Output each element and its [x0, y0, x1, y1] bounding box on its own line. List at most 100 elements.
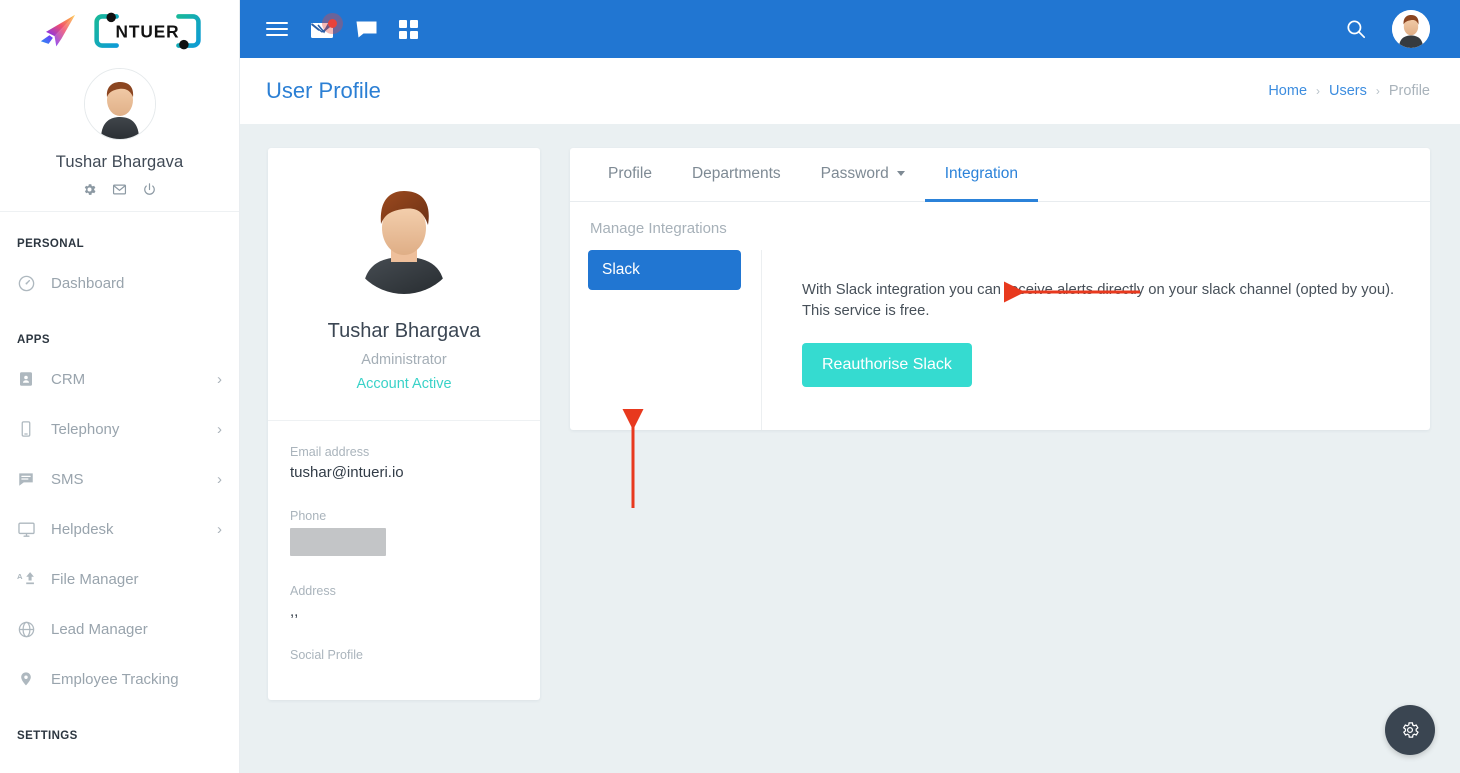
- tab-label: Departments: [691, 164, 781, 182]
- field-value: tushar@intueri.io: [290, 464, 404, 481]
- sidebar: NTUER Tushar Bhargava PERSONAL Dashboard…: [0, 0, 240, 773]
- monitor-icon: [17, 520, 41, 539]
- breadcrumb-current: Profile: [1388, 83, 1430, 99]
- sidebar-item-lead-manager[interactable]: Lead Manager: [0, 604, 239, 654]
- manage-integrations-heading: Manage Integrations: [590, 220, 727, 237]
- field-phone: Phone: [290, 509, 518, 556]
- mail-icon[interactable]: [112, 182, 127, 197]
- field-social-profile: Social Profile: [290, 648, 518, 662]
- chevron-right-icon: ›: [1375, 84, 1380, 98]
- svg-text:A: A: [17, 572, 23, 581]
- chevron-right-icon: ›: [217, 370, 222, 388]
- sidebar-profile-block: Tushar Bhargava: [0, 58, 239, 212]
- tab-password[interactable]: Password: [801, 148, 925, 202]
- integration-description: With Slack integration you can receive a…: [802, 282, 1395, 320]
- nav-section-apps: APPS: [17, 334, 50, 346]
- hamburger-menu-icon[interactable]: [266, 20, 288, 38]
- sidebar-item-label: Employee Tracking: [51, 670, 179, 688]
- field-email: Email address tushar@intueri.io: [290, 445, 518, 481]
- sidebar-item-crm[interactable]: CRM ›: [0, 354, 239, 404]
- tab-departments[interactable]: Departments: [672, 148, 801, 202]
- user-avatar: [84, 69, 155, 139]
- user-avatar-large: [347, 180, 461, 294]
- provider-slack-button[interactable]: Slack: [588, 250, 741, 290]
- provider-label: Slack: [602, 261, 640, 278]
- chevron-down-icon: [896, 171, 905, 176]
- sidebar-item-dashboard[interactable]: Dashboard: [0, 258, 239, 308]
- redacted-value: [290, 528, 386, 556]
- phone-icon: [17, 420, 41, 438]
- user-avatar: [1392, 10, 1430, 48]
- field-value: ,,: [290, 603, 299, 620]
- chevron-right-icon: ›: [217, 520, 222, 538]
- chevron-right-icon: ›: [217, 470, 222, 488]
- field-label: Social Profile: [290, 648, 363, 662]
- tab-label: Profile: [608, 164, 652, 182]
- nav-section-personal: PERSONAL: [17, 238, 85, 250]
- search-icon[interactable]: [1346, 19, 1366, 39]
- power-icon[interactable]: [142, 182, 157, 197]
- contact-card-icon: [17, 370, 41, 388]
- sidebar-item-sms[interactable]: SMS ›: [0, 454, 239, 504]
- breadcrumb-users[interactable]: Users: [1329, 83, 1367, 99]
- sidebar-nav: PERSONAL Dashboard APPS CRM › Telephony …: [0, 238, 239, 742]
- sidebar-item-file-manager[interactable]: A File Manager: [0, 554, 239, 604]
- field-address: Address ,,: [290, 584, 518, 620]
- tab-integration[interactable]: Integration: [924, 148, 1038, 202]
- profile-card: Tushar Bhargava Administrator Account Ac…: [268, 148, 540, 700]
- field-label: Email address: [290, 445, 370, 459]
- profile-avatar: [347, 180, 461, 294]
- app-root: NTUER Tushar Bhargava PERSONAL Dashboard…: [0, 0, 1460, 773]
- sidebar-item-employee-tracking[interactable]: Employee Tracking: [0, 654, 239, 704]
- chevron-right-icon: ›: [1316, 84, 1321, 98]
- main-column: User Profile Home › Users › Profile Tush…: [240, 0, 1460, 773]
- content-area: Tushar Bhargava Administrator Account Ac…: [240, 124, 1460, 773]
- globe-icon: [17, 620, 41, 639]
- settings-fab-button[interactable]: [1385, 705, 1435, 755]
- topbar-right-group: [1346, 10, 1430, 48]
- message-icon: [17, 470, 41, 488]
- sidebar-item-telephony[interactable]: Telephony ›: [0, 404, 239, 454]
- sidebar-item-label: Helpdesk: [51, 520, 114, 538]
- sidebar-item-helpdesk[interactable]: Helpdesk ›: [0, 504, 239, 554]
- reauthorise-slack-button[interactable]: Reauthorise Slack: [802, 342, 972, 387]
- chat-bubble-icon[interactable]: [356, 20, 377, 39]
- chevron-right-icon: ›: [217, 420, 222, 438]
- map-pin-icon: [17, 670, 41, 689]
- tab-label: Integration: [944, 164, 1018, 182]
- profile-name: Tushar Bhargava: [327, 320, 481, 342]
- profile-card-fields: Email address tushar@intueri.io Phone Ad…: [268, 421, 540, 700]
- gear-icon[interactable]: [82, 182, 97, 197]
- grid-apps-icon[interactable]: [399, 19, 418, 39]
- sidebar-item-label: Dashboard: [51, 274, 125, 292]
- integration-details: With Slack integration you can receive a…: [762, 250, 1410, 430]
- topbar-avatar[interactable]: [1392, 10, 1430, 48]
- dashboard-icon: [17, 274, 41, 293]
- integration-provider-list: Slack: [588, 250, 762, 430]
- sidebar-item-label: SMS: [51, 470, 84, 488]
- field-label: Phone: [290, 509, 327, 523]
- mail-envelope-icon[interactable]: [310, 12, 343, 39]
- status-badge: Account Active: [356, 376, 452, 392]
- nav-section-settings: SETTINGS: [17, 730, 78, 742]
- field-label: Address: [290, 584, 336, 598]
- profile-card-header: Tushar Bhargava Administrator Account Ac…: [268, 148, 540, 421]
- integration-panel: Manage Integrations Slack With Slack int…: [570, 202, 1430, 430]
- paper-plane-icon: [40, 14, 76, 47]
- sidebar-item-label: Lead Manager: [51, 620, 148, 638]
- file-upload-icon: A: [17, 570, 41, 588]
- brand-logo[interactable]: NTUER: [0, 0, 239, 58]
- sidebar-item-label: File Manager: [51, 570, 139, 588]
- intueri-wordmark: NTUER: [94, 12, 201, 50]
- breadcrumb: Home › Users › Profile: [1268, 83, 1430, 99]
- avatar[interactable]: [83, 68, 156, 140]
- topbar-icon-group: [266, 12, 418, 39]
- page-title: User Profile: [266, 78, 381, 103]
- tab-bar: Profile Departments Password Integration: [570, 148, 1430, 202]
- integration-card: Profile Departments Password Integration…: [570, 148, 1430, 430]
- tab-profile[interactable]: Profile: [588, 148, 672, 202]
- breadcrumb-home[interactable]: Home: [1268, 83, 1307, 99]
- integration-row: Slack With Slack integration you can rec…: [588, 250, 1410, 430]
- gear-icon: [1402, 722, 1419, 738]
- sidebar-user-name: Tushar Bhargava: [55, 153, 184, 171]
